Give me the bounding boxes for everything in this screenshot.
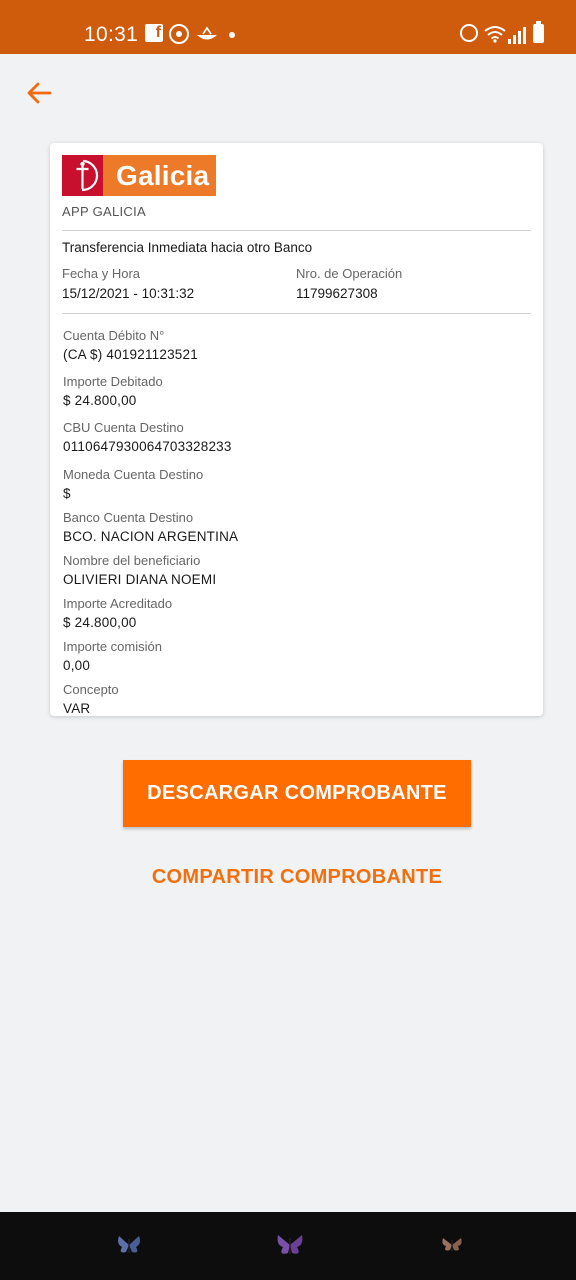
field-label: Importe comisión [63, 639, 162, 654]
field-value: VAR [63, 701, 91, 716]
field-value: $ [63, 486, 71, 501]
field-value: BCO. NACION ARGENTINA [63, 529, 239, 544]
share-receipt-button[interactable]: COMPARTIR COMPROBANTE [123, 860, 471, 894]
field-banco-destino: Banco Cuenta Destino BCO. NACION ARGENTI… [63, 509, 533, 552]
receipt-fields: Cuenta Débito N° (CA $) 401921123521 Imp… [63, 327, 533, 716]
divider [62, 313, 531, 314]
transfer-type: Transferencia Inmediata hacia otro Banco [62, 240, 313, 255]
field-importe-comision: Importe comisión 0,00 [63, 638, 533, 681]
field-concepto: Concepto VAR [63, 681, 533, 716]
field-value: 0110647930064703328233 [63, 439, 232, 454]
operation-label: Nro. de Operación [296, 266, 403, 281]
battery-icon [533, 21, 544, 43]
wifi-icon [484, 24, 506, 44]
butterfly-icon [118, 1236, 140, 1253]
field-moneda-destino: Moneda Cuenta Destino $ [63, 466, 533, 509]
bottom-navigation-bar [0, 1212, 576, 1280]
brand-name: Galicia [103, 155, 216, 196]
boat-icon [196, 24, 218, 44]
nav-button-left[interactable] [114, 1230, 144, 1260]
app-label: APP GALICIA [62, 204, 146, 219]
whatsapp-icon [169, 24, 189, 44]
arrow-left-icon [27, 82, 52, 104]
field-value: 0,00 [63, 658, 91, 673]
field-beneficiario: Nombre del beneficiario OLIVIERI DIANA N… [63, 552, 533, 595]
datetime-value: 15/12/2021 - 10:31:32 [62, 286, 195, 301]
field-cbu-destino: CBU Cuenta Destino 011064793006470332823… [63, 419, 533, 466]
butterfly-icon [442, 1238, 462, 1251]
operation-value: 11799627308 [296, 286, 378, 301]
status-bar: 10:31 f [0, 0, 576, 54]
nav-button-home[interactable] [275, 1230, 305, 1260]
notification-dot-icon [229, 32, 235, 38]
back-button[interactable] [24, 78, 54, 108]
field-cuenta-debito: Cuenta Débito N° (CA $) 401921123521 [63, 327, 533, 373]
field-label: Cuenta Débito N° [63, 328, 165, 343]
status-time: 10:31 [84, 23, 139, 46]
field-importe-debitado: Importe Debitado $ 24.800,00 [63, 373, 533, 419]
datetime-label: Fecha y Hora [62, 266, 141, 281]
field-value: $ 24.800,00 [63, 615, 137, 630]
field-importe-acreditado: Importe Acreditado $ 24.800,00 [63, 595, 533, 638]
field-label: Moneda Cuenta Destino [63, 467, 204, 482]
alarm-icon [460, 24, 478, 42]
field-label: Importe Debitado [63, 374, 163, 389]
galicia-cross-icon [62, 155, 103, 196]
signal-icon [508, 24, 526, 44]
nav-button-right[interactable] [437, 1230, 467, 1260]
facebook-icon: f [145, 24, 163, 42]
field-label: Banco Cuenta Destino [63, 510, 194, 525]
field-label: Nombre del beneficiario [63, 553, 201, 568]
field-label: Concepto [63, 682, 119, 697]
field-label: Importe Acreditado [63, 596, 173, 611]
field-value: $ 24.800,00 [63, 393, 137, 408]
receipt-card[interactable]: Galicia APP GALICIA Transferencia Inmedi… [50, 143, 543, 716]
field-value: (CA $) 401921123521 [63, 347, 198, 362]
download-receipt-button[interactable]: DESCARGAR COMPROBANTE [123, 760, 471, 827]
field-label: CBU Cuenta Destino [63, 420, 184, 435]
field-value: OLIVIERI DIANA NOEMI [63, 572, 217, 587]
butterfly-icon [277, 1235, 303, 1254]
divider [62, 230, 531, 231]
galicia-logo: Galicia [62, 155, 216, 196]
